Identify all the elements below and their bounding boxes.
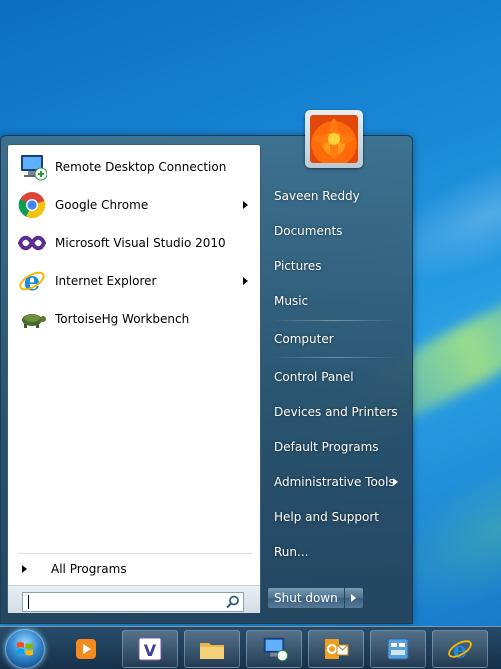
chrome-icon — [16, 189, 48, 221]
media-player-icon — [76, 639, 96, 659]
right-item-documents[interactable]: Documents — [266, 217, 404, 245]
right-item-help-and-support[interactable]: Help and Support — [266, 503, 404, 531]
all-programs-label: All Programs — [51, 562, 127, 576]
program-label: Remote Desktop Connection — [55, 160, 227, 174]
taskbar: V e — [0, 626, 501, 669]
right-item-user[interactable]: Saveen Reddy — [266, 182, 404, 210]
right-item-label: Music — [274, 294, 309, 308]
control-panel-icon — [387, 638, 409, 660]
remote-desktop-icon — [263, 637, 288, 662]
remote-desktop-icon — [16, 151, 48, 183]
program-tortoisehg-workbench[interactable]: TortoiseHg Workbench — [12, 301, 256, 337]
right-item-label: Devices and Printers — [274, 405, 398, 419]
svg-text:e: e — [24, 267, 41, 296]
right-separator — [272, 357, 398, 358]
taskbar-media-player[interactable] — [58, 630, 114, 668]
windows-logo-icon — [17, 642, 33, 656]
file-explorer-icon — [200, 643, 224, 659]
user-avatar — [310, 115, 358, 163]
start-menu-programs-pane: Remote Desktop Connection Google Chrome — [7, 144, 261, 613]
submenu-arrow-icon[interactable] — [243, 277, 248, 285]
submenu-arrow-icon[interactable] — [243, 201, 248, 209]
right-item-administrative-tools[interactable]: Administrative Tools — [266, 468, 404, 496]
search-area — [8, 585, 260, 613]
program-label: Google Chrome — [55, 198, 149, 212]
svg-text:V: V — [144, 641, 157, 660]
right-item-label: Saveen Reddy — [274, 189, 360, 203]
right-item-pictures[interactable]: Pictures — [266, 252, 404, 280]
program-label: Internet Explorer — [55, 274, 157, 288]
all-programs-button[interactable]: All Programs — [12, 557, 256, 581]
visual-studio-icon — [16, 227, 48, 259]
internet-explorer-icon: e — [448, 637, 472, 663]
program-visual-studio-2010[interactable]: Microsoft Visual Studio 2010 — [12, 225, 256, 261]
outlook-icon — [325, 639, 349, 659]
visual-studio-icon: V — [138, 637, 162, 661]
taskbar-visual-studio[interactable]: V — [122, 630, 178, 668]
tortoisehg-icon — [16, 303, 48, 335]
right-item-music[interactable]: Music — [266, 287, 404, 315]
program-google-chrome[interactable]: Google Chrome — [12, 187, 256, 223]
program-remote-desktop-connection[interactable]: Remote Desktop Connection — [12, 149, 256, 185]
search-icon[interactable] — [225, 594, 241, 610]
program-label: Microsoft Visual Studio 2010 — [55, 236, 226, 250]
taskbar-control-panel[interactable] — [370, 630, 426, 668]
taskbar-file-explorer[interactable] — [184, 630, 240, 668]
right-separator — [272, 320, 398, 321]
expand-arrow-icon — [22, 565, 27, 573]
right-item-label: Computer — [274, 332, 334, 346]
search-input[interactable] — [27, 594, 221, 612]
shutdown-group: Shut down — [267, 587, 364, 609]
shutdown-button[interactable]: Shut down — [267, 587, 345, 609]
right-item-label: Administrative Tools — [274, 475, 395, 489]
taskbar-outlook[interactable] — [308, 630, 364, 668]
search-box[interactable] — [22, 592, 244, 612]
user-picture-frame[interactable] — [305, 110, 363, 168]
right-item-default-programs[interactable]: Default Programs — [266, 433, 404, 461]
programs-separator — [18, 553, 252, 554]
right-item-label: Control Panel — [274, 370, 354, 384]
submenu-arrow-icon[interactable] — [393, 478, 398, 486]
start-button[interactable] — [5, 629, 45, 669]
shutdown-options-button[interactable] — [344, 587, 364, 609]
right-item-devices-and-printers[interactable]: Devices and Printers — [266, 398, 404, 426]
right-item-label: Run... — [274, 545, 309, 559]
right-item-computer[interactable]: Computer — [266, 325, 404, 353]
taskbar-internet-explorer[interactable]: e — [432, 630, 488, 668]
program-internet-explorer[interactable]: e Internet Explorer — [12, 263, 256, 299]
chevron-right-icon — [351, 594, 357, 602]
right-item-label: Help and Support — [274, 510, 379, 524]
text-caret — [28, 595, 29, 609]
right-item-run[interactable]: Run... — [266, 538, 404, 566]
internet-explorer-icon: e — [16, 265, 48, 297]
right-item-control-panel[interactable]: Control Panel — [266, 363, 404, 391]
right-item-label: Pictures — [274, 259, 322, 273]
right-item-label: Documents — [274, 224, 343, 238]
program-label: TortoiseHg Workbench — [55, 312, 190, 326]
right-item-label: Default Programs — [274, 440, 379, 454]
taskbar-remote-desktop[interactable] — [246, 630, 302, 668]
